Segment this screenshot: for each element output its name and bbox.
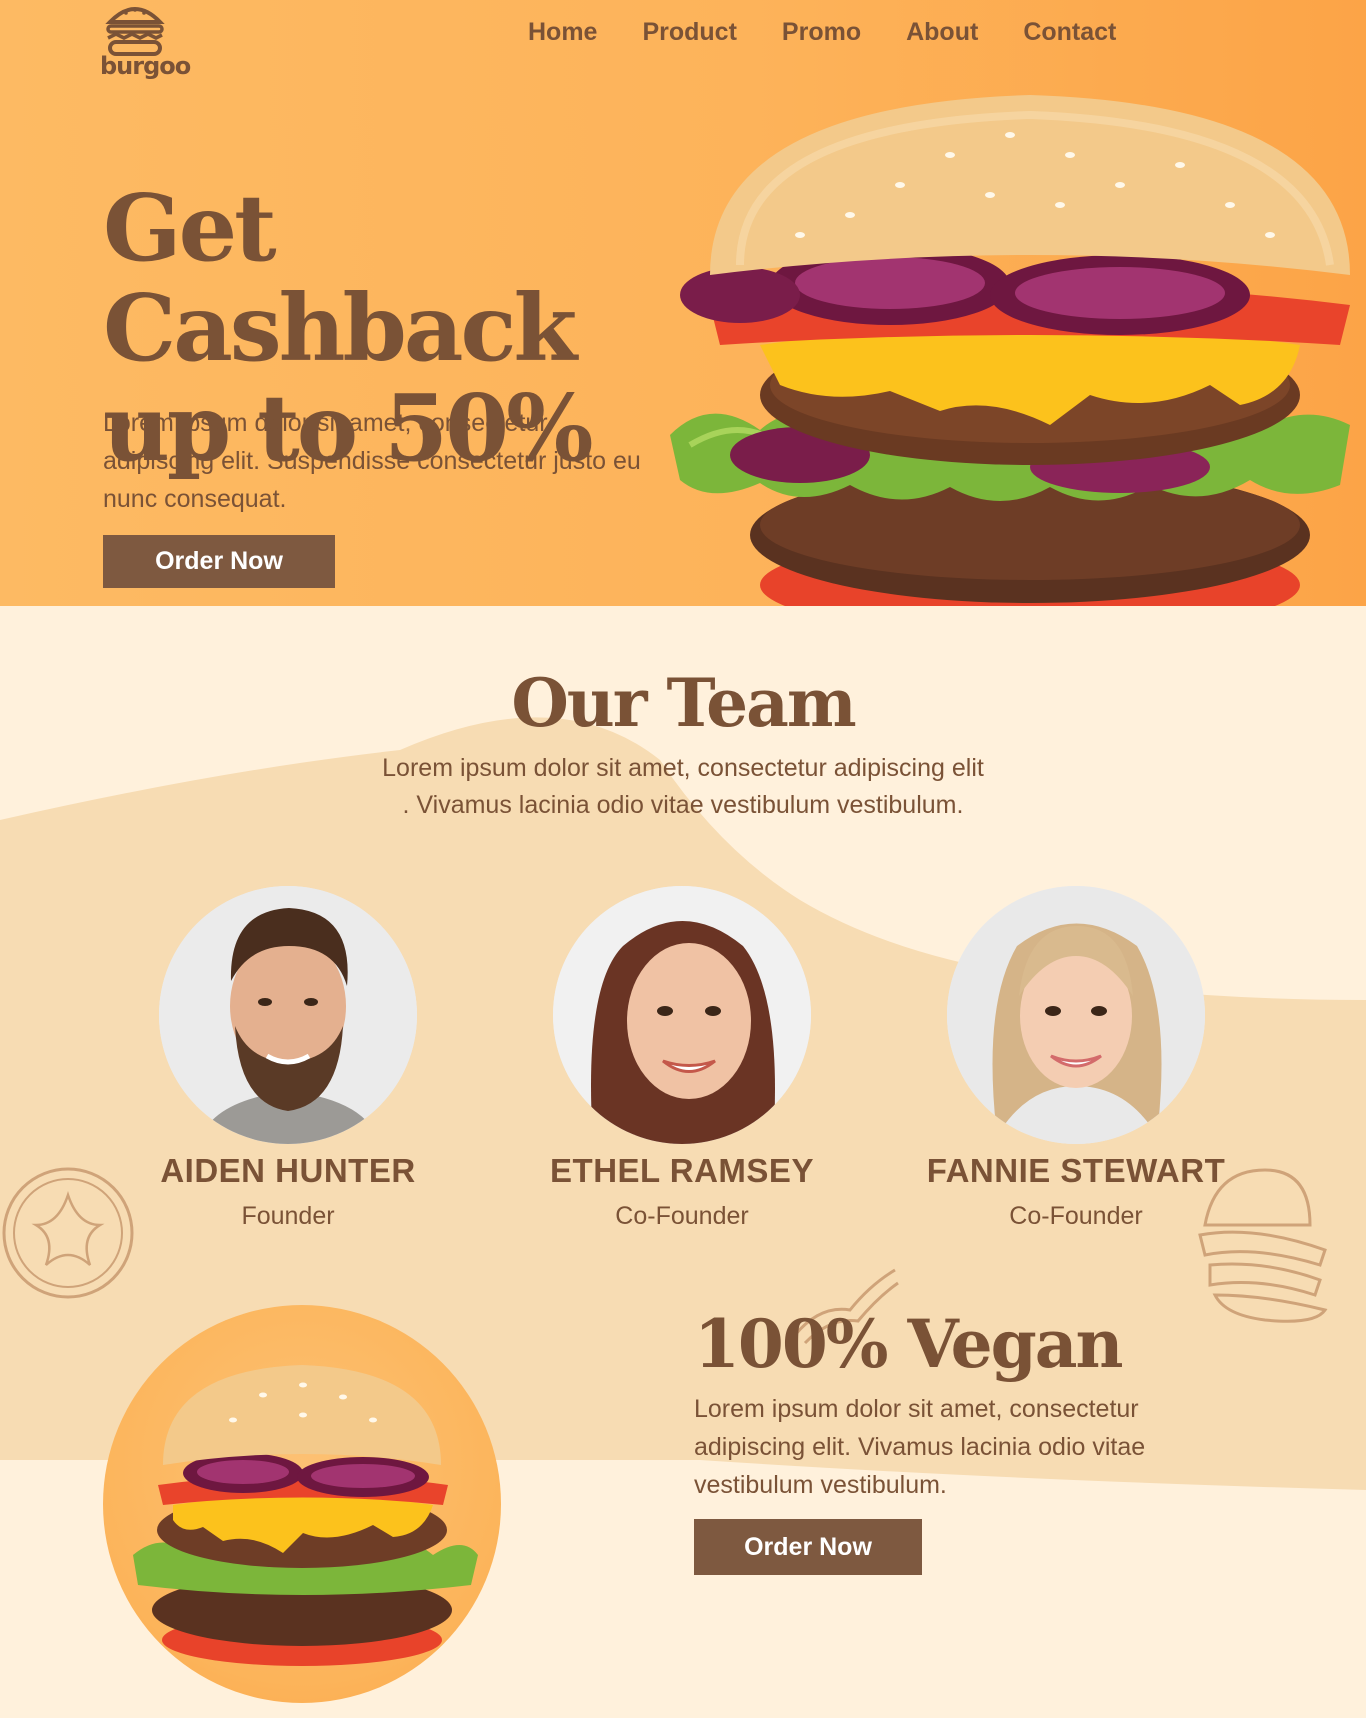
nav-home[interactable]: Home	[528, 18, 597, 47]
nav-promo[interactable]: Promo	[782, 18, 861, 47]
nav-product[interactable]: Product	[642, 18, 736, 47]
vegan-burger-image-frame	[103, 1305, 501, 1703]
woman-portrait-image	[947, 886, 1205, 1144]
vegan-order-button[interactable]: Order Now	[694, 1519, 922, 1575]
member-role: Co-Founder	[615, 1202, 749, 1230]
brand-name: burgoo	[100, 52, 191, 80]
team-subtitle-line2: . Vivamus lacinia odio vitae vestibulum …	[402, 791, 964, 819]
team-subtitle-line1: Lorem ipsum dolor sit amet, consectetur …	[382, 754, 984, 782]
member-name: FANNIE STEWART	[926, 1152, 1226, 1189]
avatar	[159, 886, 417, 1144]
vegan-burger-image	[133, 1365, 478, 1666]
avatar	[553, 886, 811, 1144]
team-member-card: FANNIE STEWART Co-Founder	[926, 886, 1226, 1231]
tomato-slice-icon	[2, 1167, 134, 1299]
hero-burger-image	[670, 95, 1350, 606]
avatar	[947, 886, 1205, 1144]
hero-order-button[interactable]: Order Now	[103, 535, 335, 588]
vegan-description: Lorem ipsum dolor sit amet, consectetur …	[694, 1395, 1146, 1499]
member-role: Founder	[241, 1202, 335, 1230]
brand-logo[interactable]: burgoo	[100, 0, 191, 88]
woman-portrait-image	[553, 886, 811, 1144]
team-member-card: ETHEL RAMSEY Co-Founder	[532, 886, 832, 1231]
vegan-title: 100% Vegan	[694, 1305, 1123, 1383]
hero-banner: burgoo Home Product Promo About Contact …	[0, 0, 1366, 606]
burger-sketch-icon	[1198, 1168, 1328, 1323]
team-subtitle: Lorem ipsum dolor sit amet, consectetur …	[283, 750, 1083, 824]
burger-logo-icon	[105, 7, 165, 56]
nav-about[interactable]: About	[906, 18, 978, 47]
team-title: Our Team	[511, 664, 856, 742]
member-name: ETHEL RAMSEY	[550, 1152, 814, 1189]
hero-title-line1: Get Cashback	[103, 174, 577, 382]
nav-contact[interactable]: Contact	[1023, 18, 1116, 47]
team-member-card: AIDEN HUNTER Founder	[138, 886, 438, 1231]
member-name: AIDEN HUNTER	[160, 1152, 416, 1189]
member-role: Co-Founder	[1009, 1202, 1143, 1230]
man-portrait-image	[159, 886, 417, 1144]
main-nav: Home Product Promo About Contact	[528, 18, 1116, 47]
hero-description: Lorem ipsum dolor sit amet, consectetur …	[103, 409, 641, 513]
